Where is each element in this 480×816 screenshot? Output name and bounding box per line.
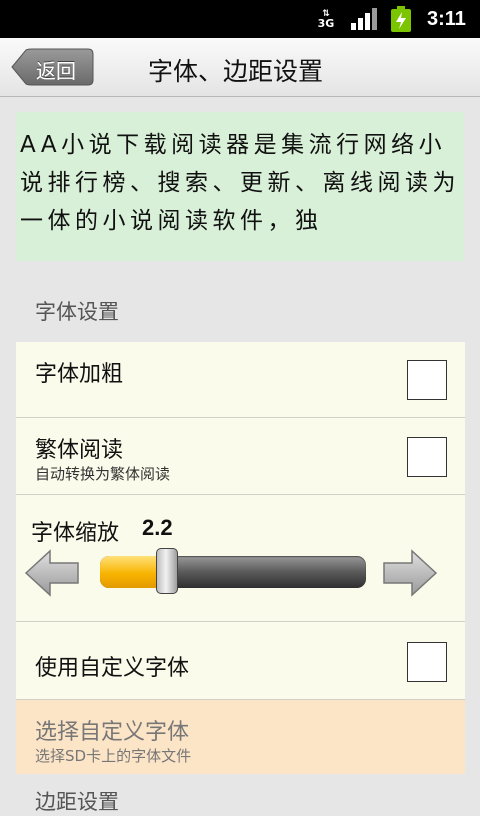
font-preview-box: AA小说下载阅读器是集流行网络小说排行榜、搜索、更新、离线阅读为一体的小说阅读软… (16, 112, 464, 261)
network-type: ⇅ 3G (317, 9, 335, 30)
setting-row-font-scale: 字体缩放 2.2 (16, 495, 465, 622)
status-bar: ⇅ 3G 3:11 (0, 0, 480, 38)
back-button-label: 返回 (36, 59, 76, 83)
font-scale-slider-thumb[interactable] (155, 548, 178, 594)
font-scale-label: 字体缩放 (31, 521, 120, 546)
signal-bars-icon (351, 8, 377, 30)
setting-row-choose-font[interactable]: 选择自定义字体 选择SD卡上的字体文件 (16, 700, 465, 774)
setting-row-traditional[interactable]: 繁体阅读 自动转换为繁体阅读 (16, 418, 465, 495)
page-title: 字体、边距设置 (148, 57, 324, 86)
arrow-right-icon[interactable] (382, 549, 438, 597)
setting-title: 字体加粗 (35, 362, 124, 387)
setting-title: 繁体阅读 (35, 438, 124, 463)
section-header-font: 字体设置 (35, 300, 119, 324)
setting-subtitle: 自动转换为繁体阅读 (35, 465, 171, 483)
title-bar: 返回 字体、边距设置 (0, 38, 480, 97)
setting-title: 使用自定义字体 (35, 656, 190, 681)
back-button[interactable]: 返回 (10, 48, 94, 86)
section-header-margin: 边距设置 (35, 790, 119, 814)
battery-charging-icon (391, 6, 411, 32)
setting-row-custom-font[interactable]: 使用自定义字体 (16, 622, 465, 700)
arrow-left-icon[interactable] (24, 549, 80, 597)
setting-title: 选择自定义字体 (35, 720, 190, 745)
traditional-checkbox[interactable] (407, 437, 447, 477)
custom-font-checkbox[interactable] (407, 642, 447, 682)
clock: 3:11 (427, 8, 466, 30)
bold-checkbox[interactable] (407, 360, 447, 400)
setting-subtitle: 选择SD卡上的字体文件 (35, 747, 192, 765)
font-scale-value: 2.2 (142, 515, 173, 540)
font-preview-text: AA小说下载阅读器是集流行网络小说排行榜、搜索、更新、离线阅读为一体的小说阅读软… (20, 132, 460, 234)
setting-row-bold[interactable]: 字体加粗 (16, 342, 465, 418)
font-scale-slider-track[interactable] (100, 556, 366, 588)
